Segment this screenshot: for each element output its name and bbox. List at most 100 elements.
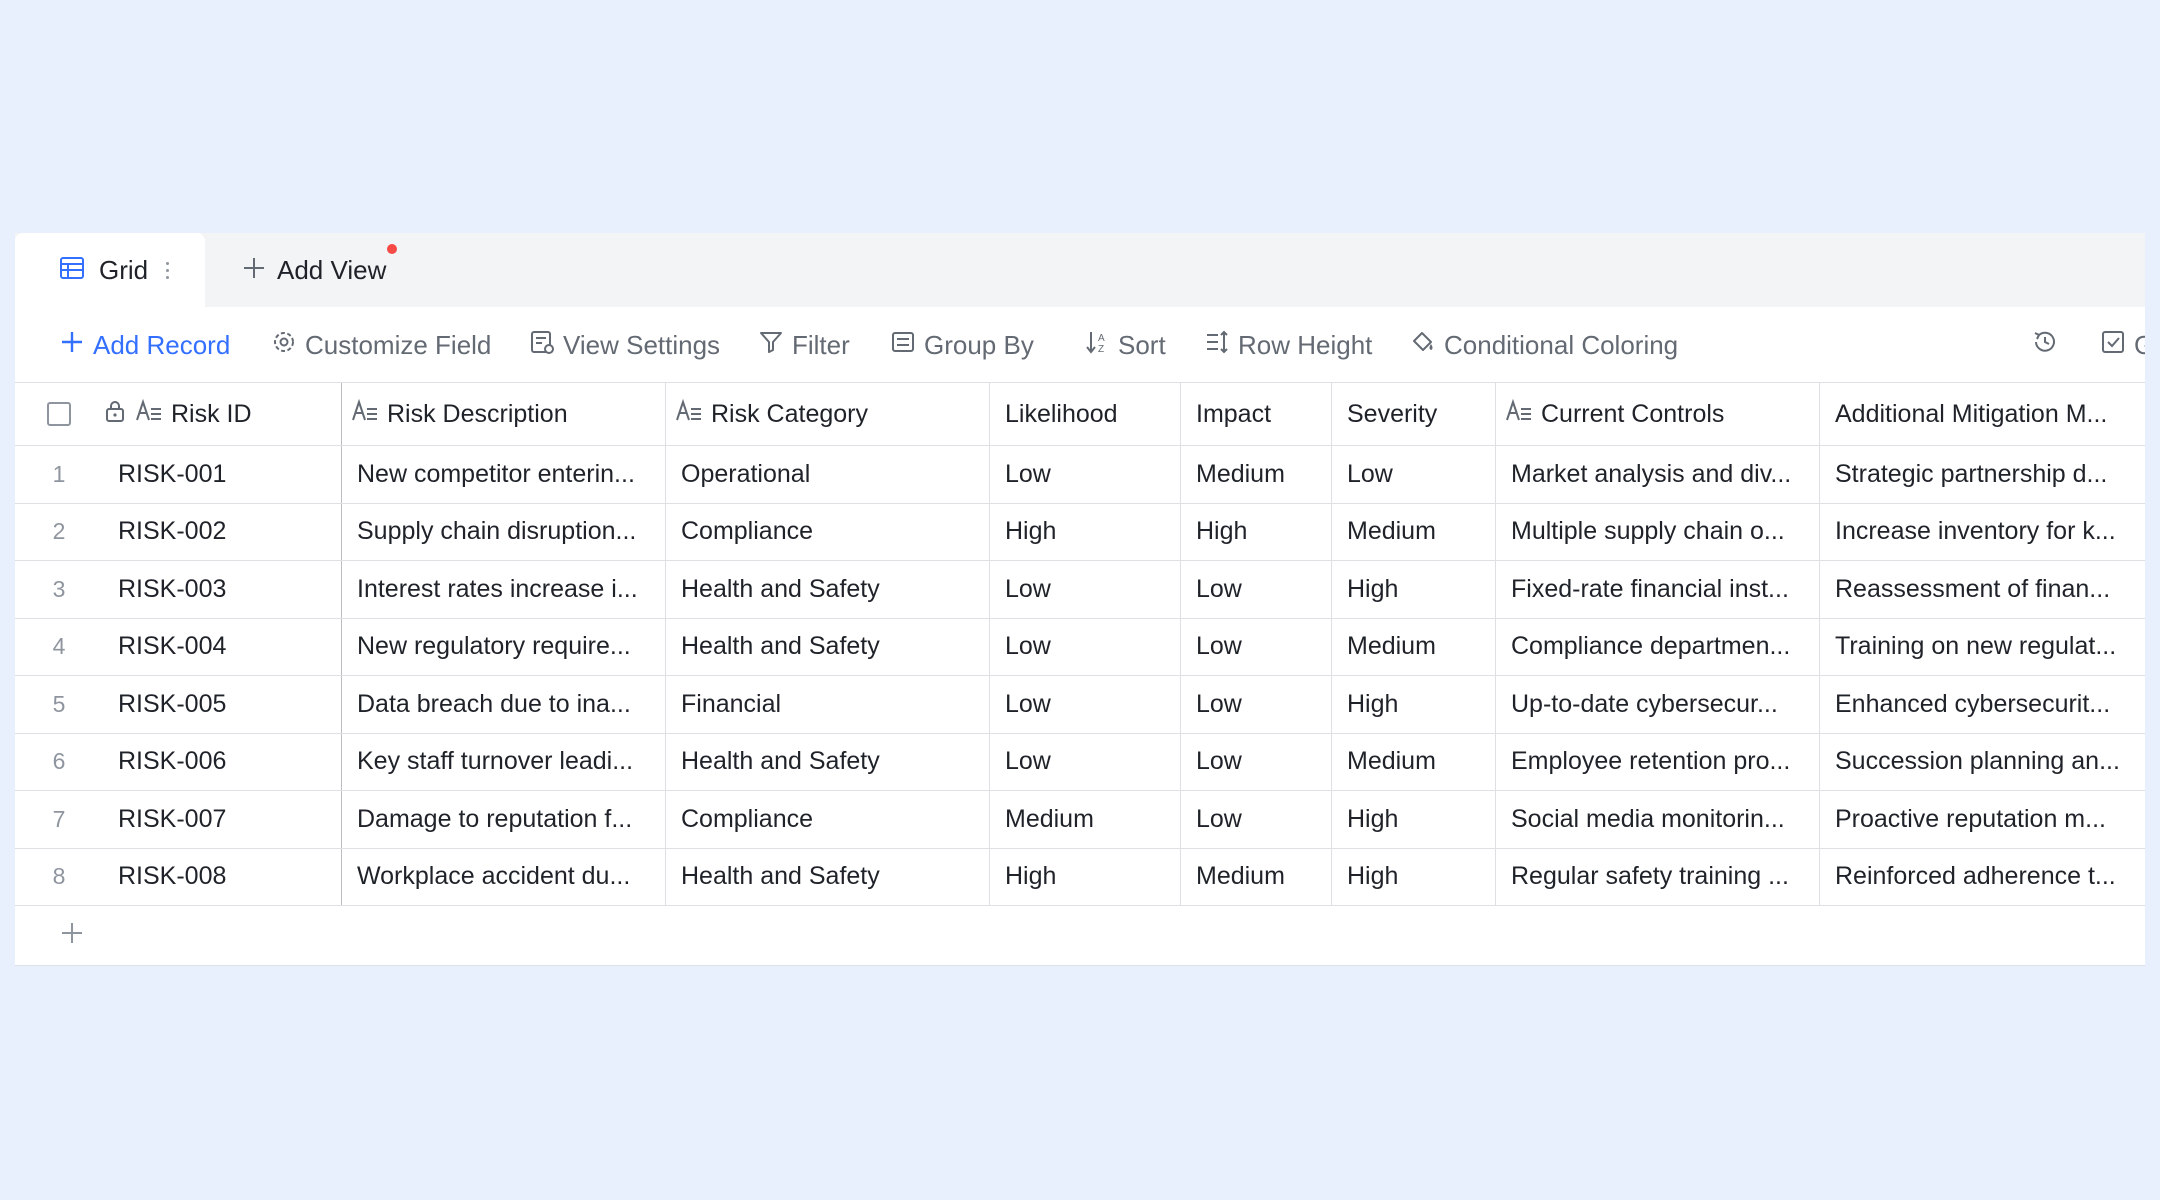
cell-likelihood[interactable]: High <box>990 848 1181 905</box>
cell-risk-category[interactable]: Compliance <box>666 503 990 560</box>
cell-current-controls[interactable]: Social media monitorin... <box>1496 791 1820 848</box>
cell-risk-category[interactable]: Compliance <box>666 791 990 848</box>
cell-likelihood[interactable]: Low <box>990 446 1181 503</box>
cell-severity[interactable]: Low <box>1332 446 1496 503</box>
table-row[interactable]: 8 RISK-008 Workplace accident du... Health … <box>15 848 2145 906</box>
table-row[interactable]: 4 RISK-004 New regulatory require... Health… <box>15 618 2145 676</box>
cell-risk-id[interactable]: RISK-001 <box>103 446 342 503</box>
cell-severity[interactable]: Medium <box>1332 503 1496 560</box>
cell-risk-description[interactable]: New competitor enterin... <box>342 446 666 503</box>
cell-additional-mitigation[interactable]: Training on new regulat... <box>1820 619 2145 676</box>
cell-likelihood[interactable]: Low <box>990 561 1181 618</box>
cell-likelihood[interactable]: Low <box>990 733 1181 790</box>
cell-likelihood[interactable]: Low <box>990 618 1181 675</box>
table-row[interactable]: 2 RISK-002 Supply chain disruption... Compl… <box>15 503 2145 561</box>
cell-likelihood[interactable]: Medium <box>990 791 1181 848</box>
cell-additional-mitigation[interactable]: Strategic partnership d... <box>1820 446 2145 503</box>
cell-impact[interactable]: Low <box>1181 733 1332 790</box>
cell-impact[interactable]: Low <box>1181 561 1332 618</box>
cell-risk-description[interactable]: New regulatory require... <box>342 618 666 675</box>
filter-button[interactable]: Filter <box>758 307 850 383</box>
add-row-button[interactable] <box>15 906 2145 964</box>
row-height-button[interactable]: Row Height <box>1204 307 1372 383</box>
cell-risk-description[interactable]: Damage to reputation f... <box>342 791 666 848</box>
select-all-checkbox[interactable] <box>47 402 71 426</box>
cell-severity[interactable]: Medium <box>1332 733 1496 790</box>
column-header-risk-id[interactable]: Risk ID <box>103 383 342 445</box>
conditional-coloring-button[interactable]: Conditional Coloring <box>1410 307 1678 383</box>
cell-risk-category[interactable]: Health and Safety <box>666 733 990 790</box>
cell-severity[interactable]: High <box>1332 848 1496 905</box>
cell-risk-category[interactable]: Health and Safety <box>666 618 990 675</box>
cell-risk-description[interactable]: Data breach due to ina... <box>342 676 666 733</box>
table-row[interactable]: 6 RISK-006 Key staff turnover leadi... Heal… <box>15 733 2145 791</box>
column-header-additional-mitigation[interactable]: Additional Mitigation M... <box>1820 383 2145 445</box>
cell-additional-mitigation[interactable]: Reinforced adherence t... <box>1820 849 2145 906</box>
column-header-risk-description[interactable]: Risk Description <box>342 383 666 445</box>
cell-current-controls[interactable]: Fixed-rate financial inst... <box>1496 561 1820 618</box>
cell-likelihood[interactable]: High <box>990 503 1181 560</box>
cell-current-controls[interactable]: Multiple supply chain o... <box>1496 503 1820 560</box>
cell-additional-mitigation[interactable]: Proactive reputation m... <box>1820 791 2145 848</box>
table-row[interactable]: 5 RISK-005 Data breach due to ina... Financ… <box>15 676 2145 734</box>
cell-additional-mitigation[interactable]: Reassessment of finan... <box>1820 561 2145 618</box>
cell-impact[interactable]: Medium <box>1181 446 1332 503</box>
cell-risk-category[interactable]: Financial <box>666 676 990 733</box>
cell-risk-description[interactable]: Interest rates increase i... <box>342 561 666 618</box>
column-header-label: Severity <box>1347 399 1438 428</box>
plus-icon <box>59 329 93 362</box>
cell-risk-id[interactable]: RISK-002 <box>103 503 342 560</box>
cell-additional-mitigation[interactable]: Succession planning an... <box>1820 734 2145 791</box>
cell-risk-id[interactable]: RISK-007 <box>103 791 342 848</box>
cell-additional-mitigation[interactable]: Enhanced cybersecurit... <box>1820 676 2145 733</box>
cell-risk-id[interactable]: RISK-008 <box>103 848 342 905</box>
cell-severity[interactable]: High <box>1332 791 1496 848</box>
sort-button[interactable]: AZ Sort <box>1084 307 1166 383</box>
cell-impact[interactable]: High <box>1181 503 1332 560</box>
cell-current-controls[interactable]: Up-to-date cybersecur... <box>1496 676 1820 733</box>
group-by-button[interactable]: Group By <box>890 307 1034 383</box>
cell-current-controls[interactable]: Compliance departmen... <box>1496 618 1820 675</box>
cell-risk-description[interactable]: Workplace accident du... <box>342 848 666 905</box>
column-header-risk-category[interactable]: Risk Category <box>666 383 990 445</box>
table-row[interactable]: 1 RISK-001 New competitor enterin... Operat… <box>15 446 2145 504</box>
cell-impact[interactable]: Medium <box>1181 848 1332 905</box>
column-header-impact[interactable]: Impact <box>1181 383 1332 445</box>
cell-risk-id[interactable]: RISK-004 <box>103 618 342 675</box>
table-row[interactable]: 3 RISK-003 Interest rates increase i... Hea… <box>15 561 2145 619</box>
cell-impact[interactable]: Low <box>1181 791 1332 848</box>
table-row[interactable]: 7 RISK-007 Damage to reputation f... Compli… <box>15 791 2145 849</box>
column-header-likelihood[interactable]: Likelihood <box>990 383 1181 445</box>
view-settings-label: View Settings <box>563 329 721 360</box>
cell-risk-category[interactable]: Operational <box>666 446 990 503</box>
cell-risk-id[interactable]: RISK-003 <box>103 561 342 618</box>
cell-severity[interactable]: High <box>1332 676 1496 733</box>
view-settings-button[interactable]: View Settings <box>529 307 720 383</box>
column-header-severity[interactable]: Severity <box>1332 383 1496 445</box>
customize-field-button[interactable]: Customize Field <box>271 307 491 383</box>
cell-severity[interactable]: Medium <box>1332 618 1496 675</box>
cell-severity[interactable]: High <box>1332 561 1496 618</box>
tab-more-icon[interactable] <box>166 261 170 279</box>
cell-impact[interactable]: Low <box>1181 618 1332 675</box>
cell-likelihood[interactable]: Low <box>990 676 1181 733</box>
add-view-button[interactable]: Add View <box>241 233 386 307</box>
cell-current-controls[interactable]: Employee retention pro... <box>1496 733 1820 790</box>
add-record-button[interactable]: Add Record <box>59 307 230 383</box>
tab-grid[interactable]: Grid <box>15 233 205 307</box>
cell-additional-mitigation[interactable]: Increase inventory for k... <box>1820 504 2145 561</box>
column-header-current-controls[interactable]: Current Controls <box>1496 383 1820 445</box>
cell-current-controls[interactable]: Market analysis and div... <box>1496 446 1820 503</box>
cell-risk-description[interactable]: Key staff turnover leadi... <box>342 733 666 790</box>
cell-risk-id[interactable]: RISK-005 <box>103 676 342 733</box>
cell-risk-category[interactable]: Health and Safety <box>666 561 990 618</box>
history-button[interactable] <box>2031 307 2067 383</box>
cell-risk-id[interactable]: RISK-006 <box>103 733 342 790</box>
cell-risk-description[interactable]: Supply chain disruption... <box>342 503 666 560</box>
cell-impact[interactable]: Low <box>1181 676 1332 733</box>
lock-icon <box>103 399 135 430</box>
cell-current-controls[interactable]: Regular safety training ... <box>1496 848 1820 905</box>
select-all-cell <box>15 383 103 445</box>
cell-risk-category[interactable]: Health and Safety <box>666 848 990 905</box>
truncated-toolbar-button[interactable]: Ge <box>2100 307 2145 383</box>
